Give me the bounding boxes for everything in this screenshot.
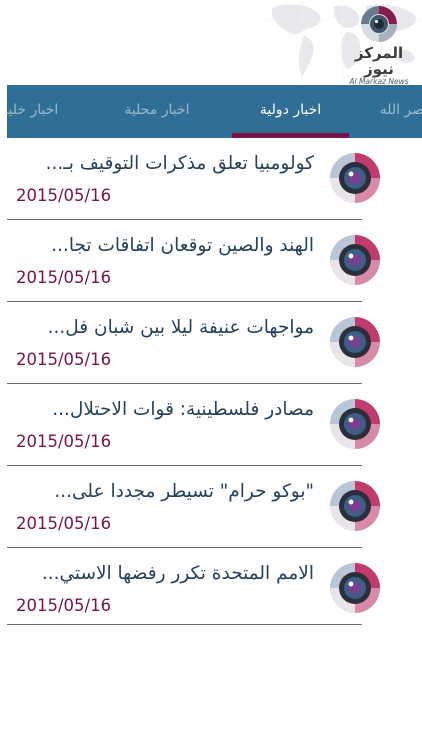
category-tab-bar: اخبار خليجية اخبار محلية اخبار دولية نصر… (7, 85, 422, 138)
news-title: "بوكو حرام" تسيطر مجددا على... (54, 481, 314, 502)
news-date: 2015/05/16 (16, 514, 112, 533)
news-list-item[interactable]: "بوكو حرام" تسيطر مجددا على... 2015/05/1… (7, 466, 422, 548)
camera-lens-icon (330, 317, 380, 367)
camera-lens-icon (330, 481, 380, 531)
news-title: الهند والصين توقعان اتفاقات تجا... (51, 235, 314, 256)
app-header: المركز نيوز Al Markaz News (0, 0, 422, 85)
news-date: 2015/05/16 (16, 350, 112, 369)
news-list-item[interactable]: مواجهات عنيفة ليلا بين شبان فل... 2015/0… (7, 302, 422, 384)
tab-international-news[interactable]: اخبار دولية (232, 85, 349, 138)
news-list-item[interactable]: الامم المتحدة تكرر رفضها الاستي... 2015/… (7, 548, 422, 628)
news-date: 2015/05/16 (16, 596, 112, 615)
logo-arabic-text: المركز نيوز (354, 44, 404, 78)
news-list-item[interactable]: مصادر فلسطينية: قوات الاحتلال... 2015/05… (7, 384, 422, 466)
globe-logo-icon (361, 6, 397, 42)
news-list-item[interactable]: الهند والصين توقعان اتفاقات تجا... 2015/… (7, 220, 422, 302)
news-list-item[interactable]: كولومبيا تعلق مذكرات التوقيف بـ... 2015/… (7, 138, 422, 220)
news-title: مواجهات عنيفة ليلا بين شبان فل... (47, 317, 314, 338)
camera-lens-icon (330, 153, 380, 203)
news-title: مصادر فلسطينية: قوات الاحتلال... (52, 399, 314, 420)
logo-english-text: Al Markaz News (349, 77, 409, 85)
news-title: كولومبيا تعلق مذكرات التوقيف بـ... (45, 153, 314, 174)
news-title: الامم المتحدة تكرر رفضها الاستي... (41, 563, 314, 584)
tab-nasrallah[interactable]: نصر الله (369, 85, 422, 138)
news-date: 2015/05/16 (16, 268, 112, 287)
tab-gulf-news[interactable]: اخبار خليجية (7, 85, 63, 138)
list-divider (7, 624, 362, 625)
camera-lens-icon (330, 399, 380, 449)
app-logo[interactable]: المركز نيوز Al Markaz News (344, 4, 414, 85)
news-date: 2015/05/16 (16, 186, 112, 205)
tab-local-news[interactable]: اخبار محلية (107, 85, 207, 138)
news-list[interactable]: كولومبيا تعلق مذكرات التوقيف بـ... 2015/… (7, 138, 422, 628)
camera-lens-icon (330, 235, 380, 285)
news-date: 2015/05/16 (16, 432, 112, 451)
camera-lens-icon (330, 563, 380, 613)
